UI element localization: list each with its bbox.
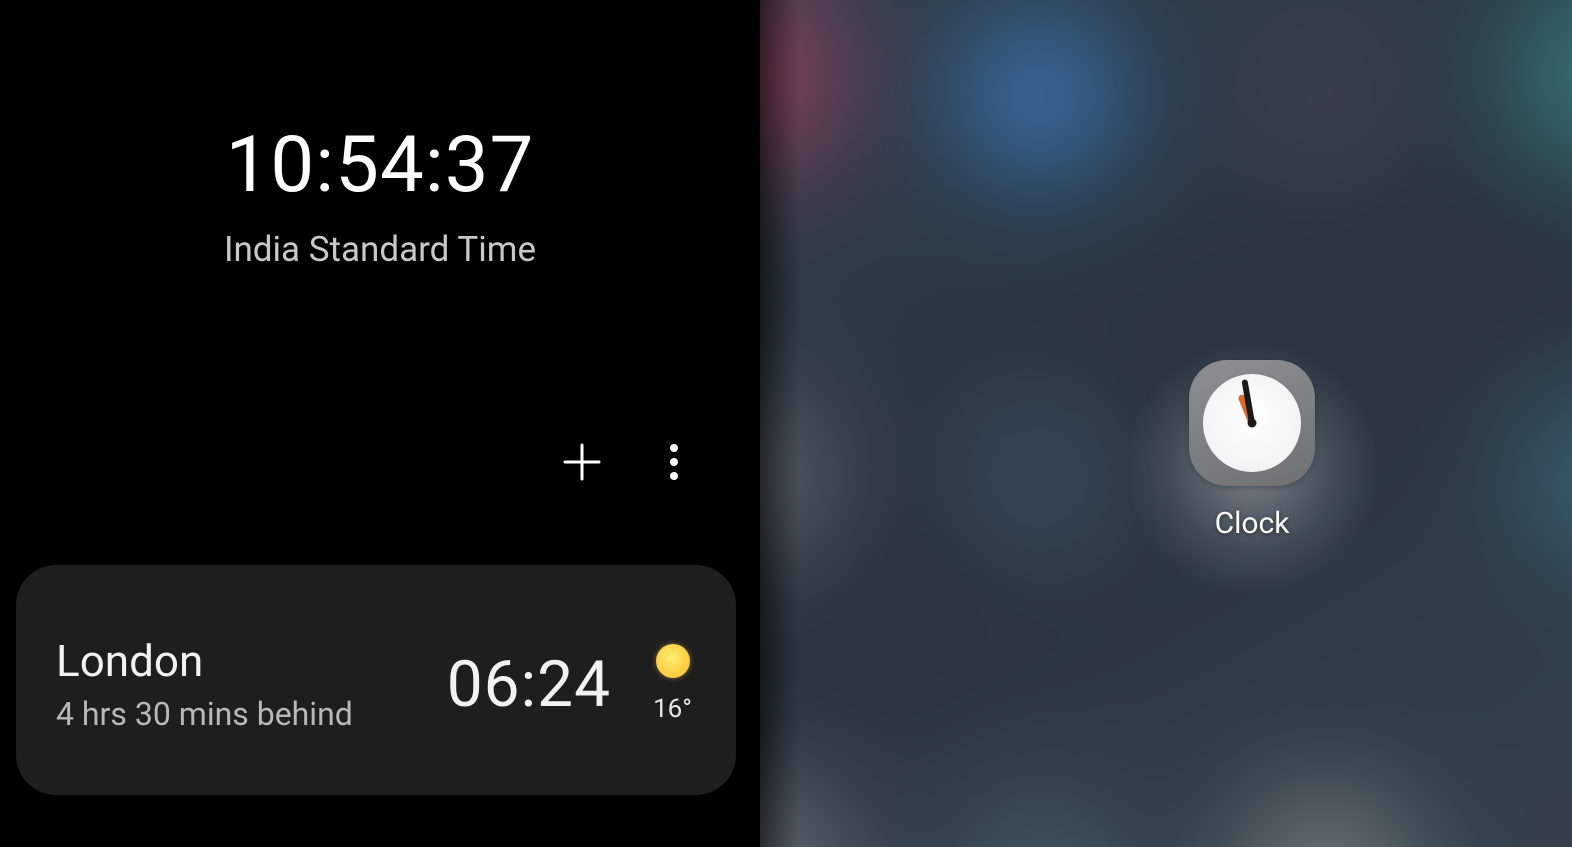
- home-screen-blurred: Clock: [760, 0, 1572, 847]
- clock-face-icon: [1203, 374, 1301, 472]
- world-clock-toolbar: [558, 438, 698, 486]
- main-clock: 10:54:37 India Standard Time: [0, 120, 760, 270]
- add-city-button[interactable]: [558, 438, 606, 486]
- local-time: 10:54:37: [0, 120, 760, 211]
- world-clock-time: 06:24: [447, 647, 611, 722]
- world-clock-city: London: [56, 635, 447, 687]
- more-vertical-icon: [669, 441, 679, 483]
- clock-app-launcher[interactable]: Clock: [1132, 360, 1372, 541]
- world-clock-weather: 16°: [653, 644, 692, 724]
- more-options-button[interactable]: [650, 438, 698, 486]
- clock-app-label: Clock: [1215, 506, 1290, 541]
- world-clock-city-block: London 4 hrs 30 mins behind: [56, 635, 447, 733]
- plus-icon: [561, 441, 603, 483]
- panel-divider-shadow: [760, 0, 800, 847]
- world-clock-card[interactable]: London 4 hrs 30 mins behind 06:24 16°: [16, 565, 736, 795]
- clock-app-pane: 10:54:37 India Standard Time London 4 hr…: [0, 0, 760, 847]
- world-clock-temperature: 16°: [653, 694, 692, 724]
- clock-app-icon: [1189, 360, 1315, 486]
- timezone-label: India Standard Time: [0, 229, 760, 270]
- sun-icon: [656, 644, 690, 678]
- world-clock-offset: 4 hrs 30 mins behind: [56, 695, 447, 733]
- clock-pivot: [1248, 419, 1257, 428]
